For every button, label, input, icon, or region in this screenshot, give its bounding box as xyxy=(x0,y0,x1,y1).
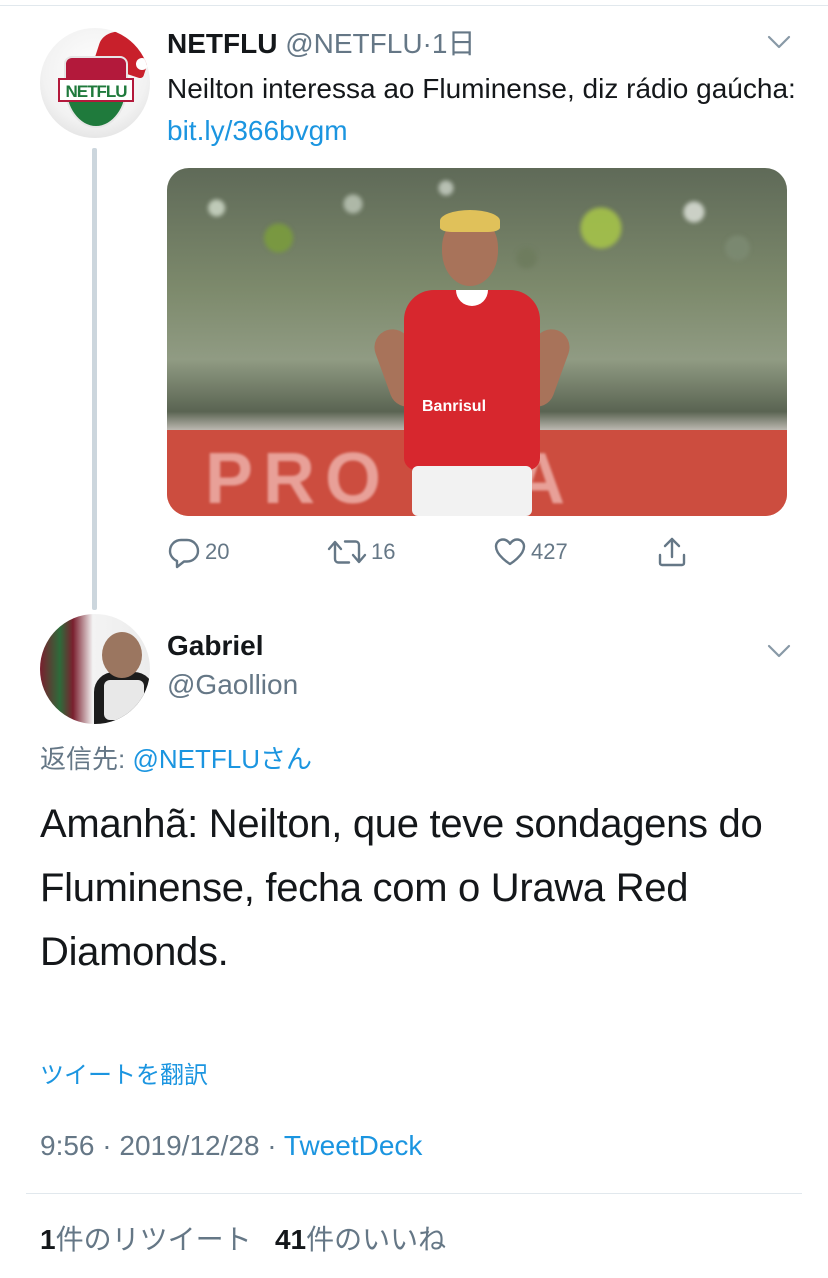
like-count: 427 xyxy=(531,539,568,564)
parent-tweet-body: Neilton interessa ao Fluminense, diz rád… xyxy=(167,73,796,104)
retweet-count: 16 xyxy=(371,539,396,564)
thread-connector-line xyxy=(92,148,97,610)
tweet-action-bar: 20 16 427 xyxy=(167,532,697,572)
stats-divider xyxy=(26,1193,802,1194)
parent-author-handle[interactable]: @NETFLU xyxy=(285,28,422,59)
reply-button[interactable]: 20 xyxy=(167,532,229,572)
share-button[interactable] xyxy=(655,532,689,572)
reply-tweet-text: Amanhã: Neilton, que teve sondagens do F… xyxy=(40,802,763,974)
reply-author-name[interactable]: Gabriel xyxy=(167,629,263,663)
jersey-sponsor-text: Banrisul xyxy=(422,398,487,415)
retweet-icon xyxy=(327,540,367,564)
tweet-source-link[interactable]: TweetDeck xyxy=(284,1130,423,1161)
replying-to-label: 返信先: xyxy=(40,744,133,774)
replying-to: 返信先: @NETFLUさん xyxy=(40,742,312,776)
reply-icon xyxy=(168,538,200,569)
like-stat[interactable]: 41件のいいね xyxy=(275,1224,446,1255)
photo-player: Banrisul xyxy=(369,208,575,516)
retweet-button[interactable]: 16 xyxy=(327,532,395,572)
reply-count: 20 xyxy=(205,539,230,564)
parent-tweet-header: NETFLU @NETFLU·1日 xyxy=(167,27,475,61)
replying-to-mention[interactable]: @NETFLUさん xyxy=(132,744,312,774)
tweet-timestamp: 9:56 · 2019/12/28 · xyxy=(40,1130,284,1161)
like-button[interactable]: 427 xyxy=(493,532,568,572)
netflu-avatar[interactable]: NETFLU xyxy=(40,28,150,138)
translate-tweet-link[interactable]: ツイートを翻訳 xyxy=(40,1060,208,1092)
parent-tweet-text: Neilton interessa ao Fluminense, diz rád… xyxy=(167,68,797,152)
share-icon xyxy=(658,537,686,567)
chevron-down-icon[interactable] xyxy=(766,641,792,661)
parent-tweet-link[interactable]: bit.ly/366bvgm xyxy=(167,115,348,146)
gabriel-avatar[interactable] xyxy=(40,614,150,724)
retweet-stat-count: 1 xyxy=(40,1224,56,1255)
retweet-stat-label: 件のリツイート xyxy=(55,1224,252,1255)
tweet-meta: 9:56 · 2019/12/28 · TweetDeck xyxy=(40,1126,422,1166)
reply-author-handle[interactable]: @Gaollion xyxy=(167,668,298,702)
top-divider xyxy=(0,5,828,6)
netflu-logo-text: NETFLU xyxy=(58,78,134,102)
parent-tweet-time[interactable]: 1日 xyxy=(432,28,476,59)
parent-author-name[interactable]: NETFLU xyxy=(167,28,277,59)
like-stat-count: 41 xyxy=(274,1224,307,1255)
like-stat-label: 件のいいね xyxy=(306,1224,447,1255)
player-red-jersey xyxy=(404,290,540,470)
tweet-stats: 1件のリツイート 41件のいいね xyxy=(40,1220,446,1260)
like-icon xyxy=(494,538,526,566)
retweet-stat[interactable]: 1件のリツイート xyxy=(40,1224,252,1255)
tweet-photo[interactable]: PRO IDA Banrisul xyxy=(167,168,787,516)
chevron-down-icon[interactable] xyxy=(766,32,792,52)
parent-time-separator: · xyxy=(422,28,432,59)
